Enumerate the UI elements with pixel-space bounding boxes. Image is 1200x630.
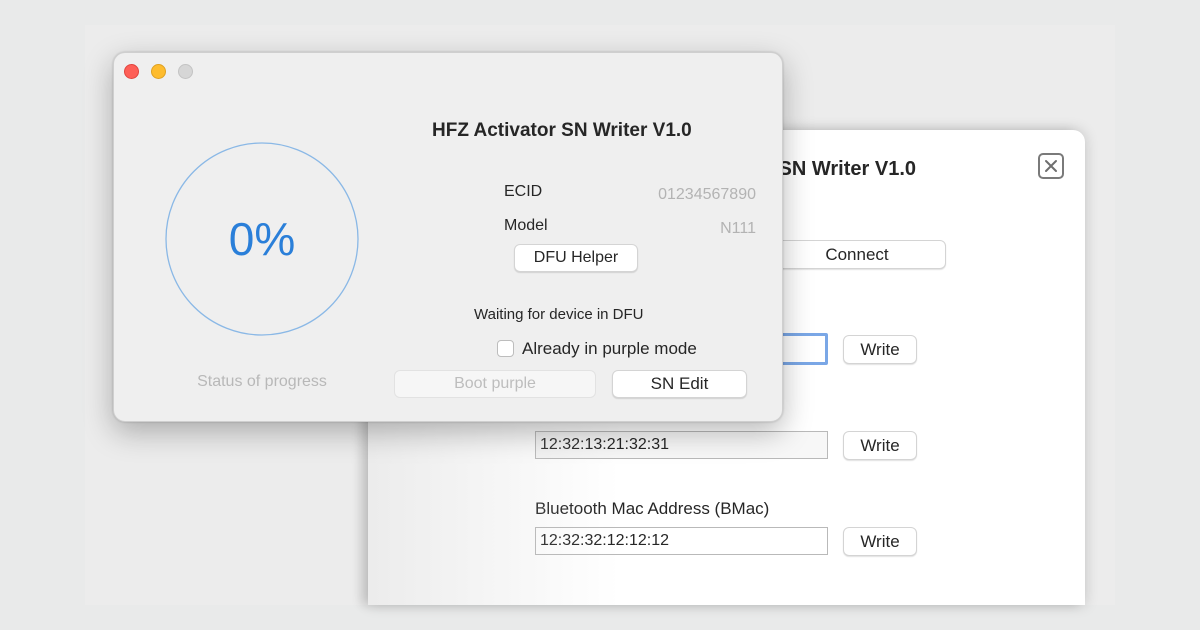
window-zoom-button[interactable] xyxy=(178,64,193,79)
activator-window: HFZ Activator SN Writer V1.0 0% Status o… xyxy=(113,52,783,422)
status-of-progress-label: Status of progress xyxy=(197,373,327,390)
connect-button[interactable]: Connect xyxy=(768,240,946,269)
ecid-value: 01234567890 xyxy=(658,186,756,203)
window-minimize-button[interactable] xyxy=(151,64,166,79)
close-x-icon xyxy=(1045,160,1057,172)
write-serial-button[interactable]: Write xyxy=(843,335,917,364)
write-bmac-button[interactable]: Write xyxy=(843,527,917,556)
write-wifi-mac-button[interactable]: Write xyxy=(843,431,917,460)
model-label: Model xyxy=(504,217,548,234)
sn-edit-button[interactable]: SN Edit xyxy=(612,370,747,398)
wifi-mac-field[interactable] xyxy=(535,431,828,459)
purple-mode-label[interactable]: Already in purple mode xyxy=(522,339,697,359)
bmac-label: Bluetooth Mac Address (BMac) xyxy=(535,499,770,518)
ecid-label: ECID xyxy=(504,183,543,200)
app-title: HFZ Activator SN Writer V1.0 xyxy=(432,120,692,141)
purple-mode-checkbox[interactable] xyxy=(497,340,514,357)
dfu-helper-button[interactable]: DFU Helper xyxy=(514,244,638,272)
model-value: N111 xyxy=(720,220,756,237)
device-status-text: Waiting for device in DFU xyxy=(474,306,644,323)
bmac-field[interactable] xyxy=(535,527,828,555)
close-button[interactable] xyxy=(1038,153,1064,179)
progress-percent: 0% xyxy=(228,213,296,265)
window-close-button[interactable] xyxy=(124,64,139,79)
boot-purple-button[interactable]: Boot purple xyxy=(394,370,596,398)
